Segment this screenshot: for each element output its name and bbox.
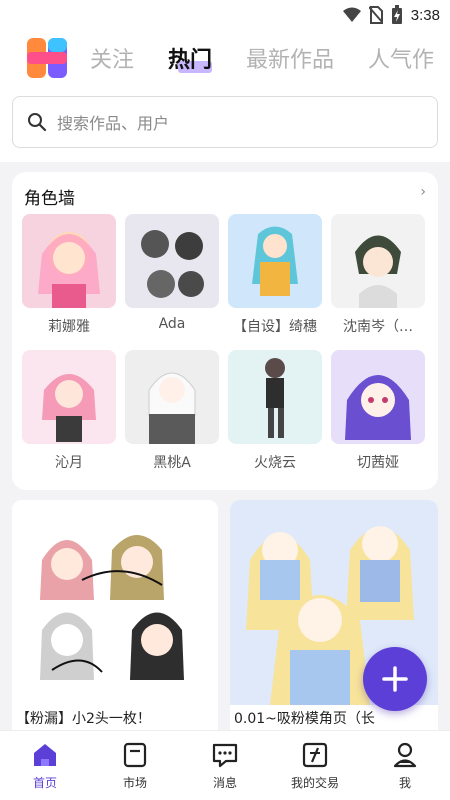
role-name: Ada: [158, 316, 186, 332]
role-thumbnail: [331, 214, 425, 308]
tab-latest[interactable]: 最新作品: [246, 42, 334, 74]
plus-icon: [382, 666, 408, 692]
role-name: 切茜娅: [357, 455, 399, 471]
wifi-icon: [342, 7, 361, 22]
tab-follow[interactable]: 关注: [90, 42, 134, 74]
role-name: 沁月: [55, 455, 83, 471]
role-thumbnail: [228, 214, 322, 308]
category-tabs: 关注 热门 最新作品 人气作: [90, 42, 434, 74]
role-item[interactable]: 火烧云: [228, 350, 322, 472]
nav-home-label: 首页: [32, 776, 57, 790]
nav-home[interactable]: 首页: [5, 741, 85, 800]
role-name: 黑桃A: [153, 455, 191, 471]
feed-title: 0.01~吸粉模角页（长: [234, 711, 375, 727]
search-bar[interactable]: 搜索作品、用户: [12, 96, 438, 148]
status-time: 3:38: [410, 6, 440, 24]
home-icon: [34, 744, 56, 766]
role-thumbnail: [22, 214, 116, 308]
nav-message-label: 消息: [212, 776, 237, 790]
create-post-button[interactable]: [363, 647, 427, 711]
role-name: 莉娜雅: [48, 319, 90, 335]
battery-charging-icon: [391, 5, 402, 24]
message-icon: [212, 743, 238, 768]
role-wall-title: 角色墙: [24, 189, 75, 209]
chevron-right-icon[interactable]: ›: [420, 184, 426, 200]
search-placeholder: 搜索作品、用户: [57, 114, 170, 133]
role-thumbnail: [22, 350, 116, 444]
role-grid: 莉娜雅 Ada 【自设】绮穗 沈南岑（… 沁月 黑桃A 火烧云 切茜娅: [22, 214, 425, 472]
role-item[interactable]: 莉娜雅: [22, 214, 116, 336]
role-thumbnail: [125, 350, 219, 444]
role-thumbnail: [331, 350, 425, 444]
status-bar: 3:38: [0, 0, 450, 32]
market-icon: [123, 742, 147, 768]
nav-profile[interactable]: 我: [365, 741, 445, 800]
profile-icon: [393, 742, 417, 768]
top-area: 关注 热门 最新作品 人气作 搜索作品、用户: [0, 32, 450, 162]
nav-market-label: 市场: [122, 776, 147, 790]
no-sim-icon: [368, 6, 383, 24]
search-icon: [28, 113, 47, 132]
feed-title: 【粉漏】小2头一枚！: [16, 711, 151, 727]
nav-trade-label: 我的交易: [290, 776, 339, 790]
nav-market[interactable]: 市场: [95, 741, 175, 800]
role-item[interactable]: 沁月: [22, 350, 116, 472]
trade-icon: [302, 742, 328, 768]
tab-popular[interactable]: 人气作: [368, 42, 434, 74]
role-item[interactable]: 黑桃A: [125, 350, 219, 472]
role-item[interactable]: Ada: [125, 214, 219, 336]
role-name: 【自设】绮穗: [233, 319, 317, 335]
role-item[interactable]: 【自设】绮穗: [228, 214, 322, 336]
tab-hot-wrap: 热门: [168, 42, 212, 74]
role-name: 火烧云: [254, 455, 296, 471]
bottom-nav: 首页 市场 消息 我的交易 我: [0, 730, 450, 800]
nav-trade[interactable]: 我的交易: [275, 741, 355, 800]
tab-hot[interactable]: 热门: [168, 48, 212, 73]
feed-card[interactable]: 【粉漏】小2头一枚！: [12, 500, 218, 730]
role-name: 沈南岑（…: [343, 319, 413, 335]
role-item[interactable]: 切茜娅: [331, 350, 425, 472]
nav-profile-label: 我: [398, 776, 411, 790]
tab-hot-label: 热门: [168, 48, 213, 73]
app-logo[interactable]: [26, 37, 68, 79]
nav-message[interactable]: 消息: [185, 741, 265, 800]
role-wall-card: 角色墙 › 莉娜雅 Ada 【自设】绮穗 沈南岑（… 沁月 黑桃A 火烧云 切茜…: [12, 172, 438, 490]
status-icons: 3:38: [342, 5, 440, 25]
role-thumbnail: [125, 214, 219, 308]
role-thumbnail: [228, 350, 322, 444]
role-item[interactable]: 沈南岑（…: [331, 214, 425, 336]
artwork-image: [12, 500, 218, 705]
